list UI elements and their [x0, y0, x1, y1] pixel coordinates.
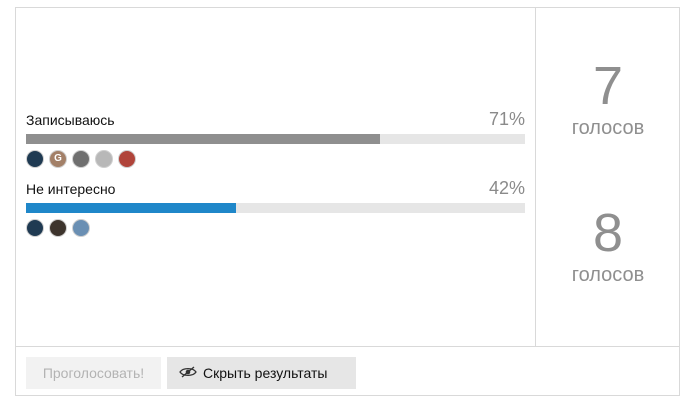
poll-results: Записываюсь 71% G Не интересно 42%: [16, 8, 535, 346]
vote-count: 7: [592, 56, 624, 116]
option-percent: 71%: [488, 109, 525, 129]
hide-results-button[interactable]: Скрыть результаты: [167, 357, 356, 389]
option-label: Не интересно: [26, 181, 116, 197]
vote-total-2: 8 голосов: [536, 203, 680, 287]
option-label: Записываюсь: [26, 112, 115, 128]
avatar[interactable]: [95, 150, 113, 168]
hide-results-label: Скрыть результаты: [203, 365, 328, 381]
vote-count-label: голосов: [571, 117, 645, 139]
vote-count: 8: [592, 203, 624, 263]
progress-fill: [26, 203, 236, 213]
vote-totals: 7 голосов 8 голосов: [535, 8, 679, 346]
voter-avatars: G: [26, 150, 141, 170]
avatar[interactable]: [26, 150, 44, 168]
vote-count-label: голосов: [571, 264, 645, 286]
vote-button[interactable]: Проголосовать!: [26, 357, 161, 389]
progress-track: [26, 134, 525, 144]
vote-total-1: 7 голосов: [536, 56, 680, 140]
avatar[interactable]: [72, 219, 90, 237]
option-percent: 42%: [488, 178, 525, 198]
avatar[interactable]: [26, 219, 44, 237]
poll-footer: Проголосовать! Скрыть результаты: [16, 346, 679, 395]
voter-avatars: [26, 219, 95, 239]
eye-slash-icon: [179, 357, 197, 389]
progress-fill: [26, 134, 381, 144]
poll-widget: Записываюсь 71% G Не интересно 42% 7 гол…: [15, 7, 680, 396]
avatar[interactable]: [118, 150, 136, 168]
avatar[interactable]: [72, 150, 90, 168]
avatar[interactable]: G: [49, 150, 67, 168]
progress-track: [26, 203, 525, 213]
avatar[interactable]: [49, 219, 67, 237]
